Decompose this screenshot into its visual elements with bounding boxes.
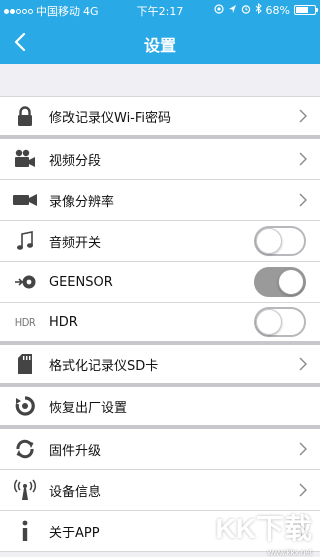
settings-row-label: 视频分段: [49, 153, 102, 169]
settings-row-audio-switch: 音频开关: [0, 221, 320, 262]
settings-row-label: 格式化记录仪SD卡: [49, 358, 159, 374]
refresh-icon: [6, 429, 44, 469]
hdr-icon: HDR: [6, 302, 44, 342]
location-icon: [213, 3, 224, 17]
settings-row-firmware-upgrade[interactable]: 固件升级: [0, 429, 320, 470]
settings-row-geensor: GEENSOR: [0, 262, 320, 303]
settings-list: 修改记录仪Wi-Fi密码 视频分段 录像分辨率 音频开关 GEENSOR HDR…: [0, 96, 320, 552]
gsensor-icon: [6, 262, 44, 302]
antenna-icon: [6, 470, 44, 510]
page-title: 设置: [143, 36, 176, 55]
settings-row-label: 固件升级: [49, 443, 102, 459]
watermark-logo: KK下载: [215, 513, 312, 544]
settings-page: 中国移动 4G 下午2:17 68% 设置 修改记录仪Wi-Fi密码 视频分段 …: [0, 0, 320, 557]
settings-row-wifi-password[interactable]: 修改记录仪Wi-Fi密码: [0, 97, 320, 139]
settings-row-label: 恢复出厂设置: [49, 400, 128, 416]
chevron-right-icon: [290, 180, 316, 220]
chevron-right-icon: [290, 429, 316, 469]
music-note-icon: [6, 221, 44, 261]
alarm-icon: [241, 4, 251, 17]
chevron-right-icon: [290, 96, 316, 136]
chevron-right-icon: [290, 344, 316, 384]
settings-row-format-sd[interactable]: 格式化记录仪SD卡: [0, 345, 320, 387]
arrow-icon: [228, 4, 237, 17]
lock-icon: [6, 96, 44, 136]
camcorder-icon: [6, 180, 44, 220]
audio-switch-toggle[interactable]: [254, 226, 306, 256]
status-right: 68%: [213, 2, 318, 17]
sd-card-icon: [6, 344, 44, 384]
carrier-label: 中国移动: [36, 5, 80, 18]
video-camera-icon: [6, 139, 44, 179]
settings-row-label: 音频开关: [49, 235, 102, 251]
settings-row-label: GEENSOR: [49, 274, 113, 290]
settings-row-factory-reset[interactable]: 恢复出厂设置: [0, 387, 320, 429]
settings-row-label: 录像分辨率: [49, 194, 115, 210]
settings-row-resolution[interactable]: 录像分辨率: [0, 180, 320, 221]
network-type-label: 4G: [83, 4, 99, 18]
nav-bar: 设置: [0, 20, 320, 64]
chevron-right-icon: [290, 470, 316, 510]
settings-row-video-segment[interactable]: 视频分段: [0, 139, 320, 180]
chevron-right-icon: [290, 139, 316, 179]
battery-icon: [294, 5, 318, 15]
settings-row-device-info[interactable]: 设备信息: [0, 470, 320, 511]
geensor-toggle[interactable]: [254, 267, 306, 297]
toggle-knob: [256, 309, 282, 335]
info-icon: [6, 511, 44, 551]
hdr-icon-text: HDR: [14, 315, 36, 329]
toggle-knob: [278, 269, 304, 295]
toggle-knob: [256, 228, 282, 254]
watermark-url: www.kkx.net: [267, 548, 312, 557]
header: 中国移动 4G 下午2:17 68% 设置: [0, 0, 320, 64]
status-bar: 中国移动 4G 下午2:17 68%: [0, 0, 320, 20]
settings-row-label: HDR: [49, 314, 78, 330]
settings-row-label: 设备信息: [49, 484, 102, 500]
status-left: 中国移动 4G: [4, 3, 99, 19]
settings-row-label: 修改记录仪Wi-Fi密码: [49, 110, 172, 126]
hdr-toggle[interactable]: [254, 307, 306, 337]
bluetooth-icon: [255, 2, 262, 17]
battery-percent: 68%: [265, 3, 290, 17]
settings-row-hdr: HDR HDR: [0, 303, 320, 345]
reset-icon: [6, 386, 44, 426]
signal-strength-icon: [4, 8, 33, 14]
